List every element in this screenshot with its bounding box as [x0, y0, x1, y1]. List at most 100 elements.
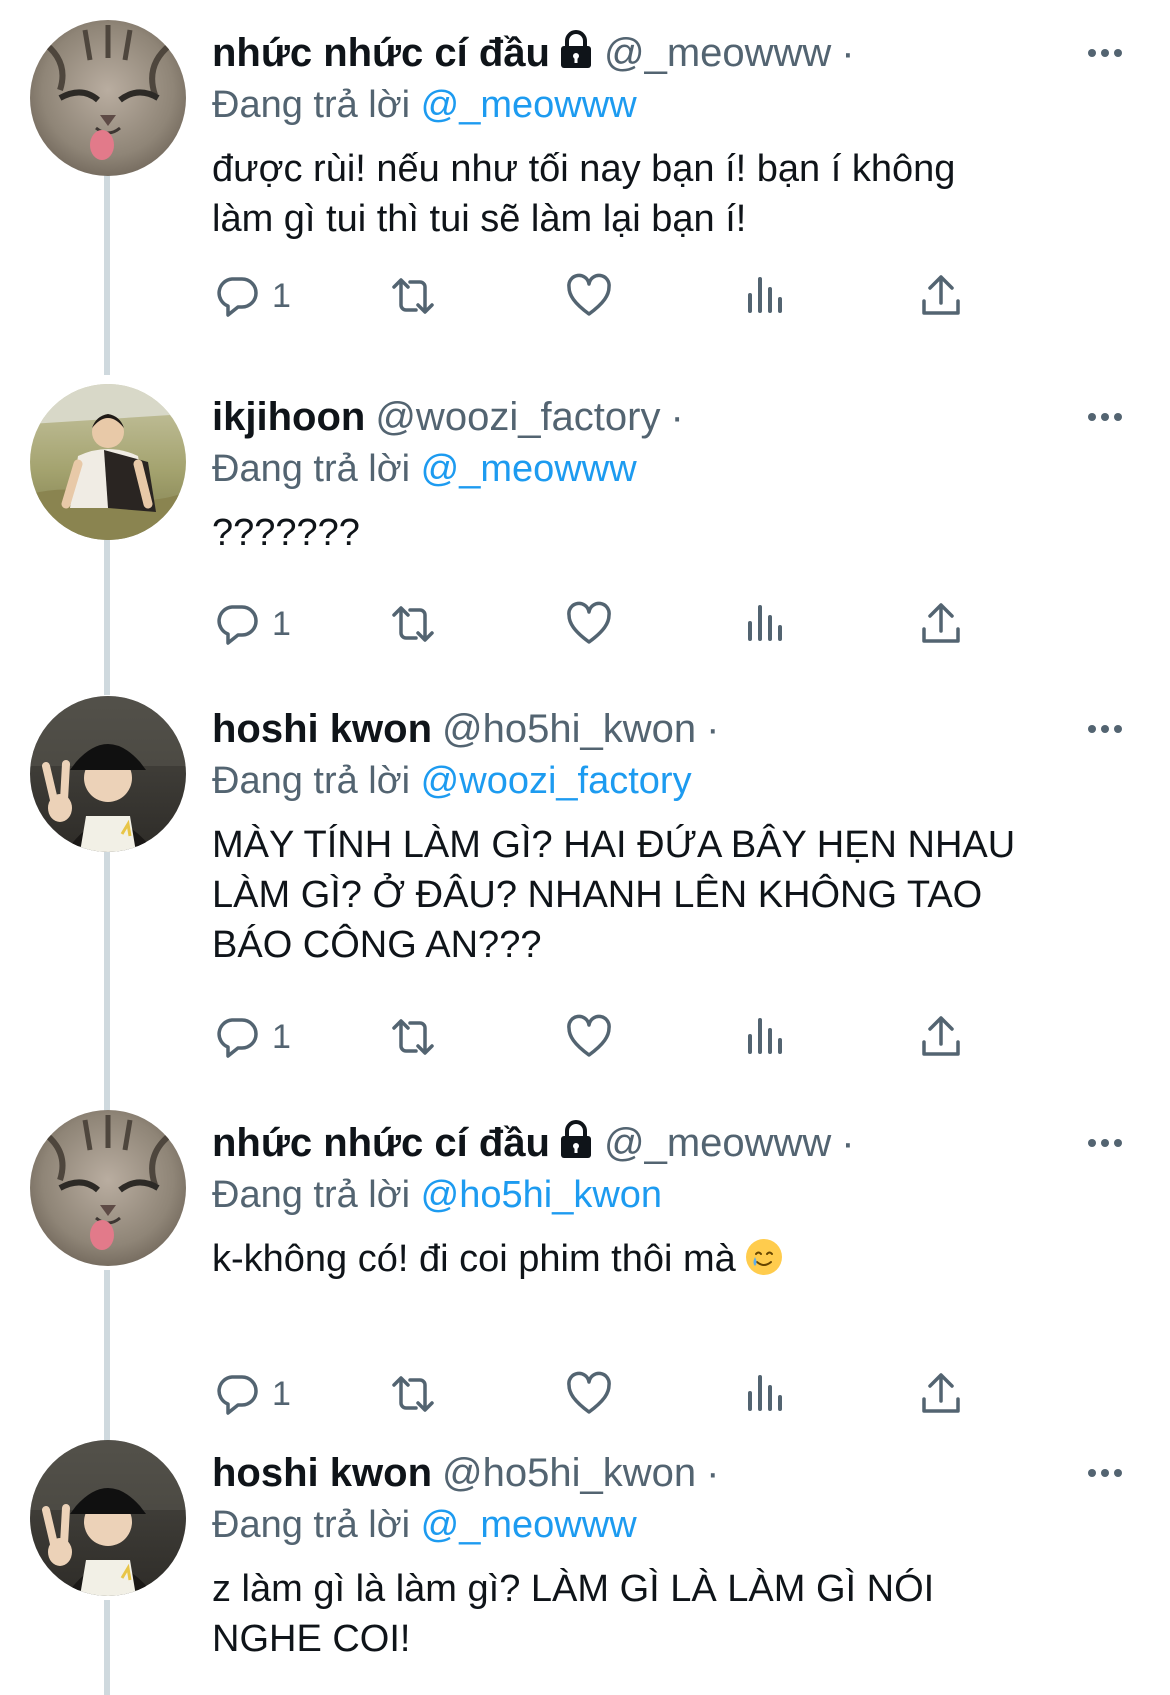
retweet-button[interactable]: [388, 596, 438, 652]
replying-to-label: Đang trả lời: [212, 448, 411, 490]
reply-button[interactable]: 1: [212, 1009, 291, 1065]
share-icon: [922, 603, 960, 643]
person-field-avatar[interactable]: [30, 384, 186, 540]
tweet-header: ikjihoon @woozi_factory ·: [212, 392, 1130, 442]
share-button[interactable]: [916, 1366, 966, 1422]
display-name[interactable]: ikjihoon: [212, 395, 365, 439]
reply-count: 1: [272, 604, 291, 643]
reply-count: 1: [272, 1017, 291, 1056]
thread-line: [104, 540, 110, 695]
tweet-header: hoshi kwon @ho5hi_kwon ·: [212, 1448, 1130, 1498]
user-handle[interactable]: @ho5hi_kwon: [442, 1451, 696, 1495]
thread-line: [104, 1600, 110, 1695]
reply-icon: [217, 277, 258, 317]
reply-count: 1: [272, 276, 291, 315]
analytics-icon: [748, 1375, 782, 1411]
replying-to-handle[interactable]: @_meowww: [421, 448, 637, 490]
separator-dot: ·: [670, 395, 684, 439]
tweet-text: MÀY TÍNH LÀM GÌ? HAI ĐỨA BÂY HẸN NHAU LÀ…: [212, 824, 1016, 966]
user-handle[interactable]: @_meowww: [604, 1121, 831, 1165]
more-options-icon[interactable]: [1080, 1448, 1130, 1498]
cat-avatar[interactable]: [30, 20, 186, 176]
tweet-actions: 1: [212, 1009, 1092, 1065]
tweet-actions: 1: [212, 596, 1092, 652]
cat-avatar[interactable]: [30, 1110, 186, 1266]
share-icon: [922, 1373, 960, 1413]
replying-to-handle[interactable]: @woozi_factory: [421, 760, 692, 802]
replying-to-label: Đang trả lời: [212, 84, 411, 126]
replying-to: Đang trả lời @_meowww: [212, 442, 1130, 496]
share-button[interactable]: [916, 268, 966, 324]
replying-to-label: Đang trả lời: [212, 760, 411, 802]
separator-dot: ·: [706, 1451, 720, 1495]
like-button[interactable]: [564, 1009, 614, 1065]
retweet-button[interactable]: [388, 1009, 438, 1065]
replying-to-label: Đang trả lời: [212, 1504, 411, 1546]
share-button[interactable]: [916, 1009, 966, 1065]
display-name[interactable]: hoshi kwon: [212, 707, 432, 751]
person-hat-avatar[interactable]: [30, 696, 186, 852]
thread-line: [104, 1270, 110, 1445]
replying-to-handle[interactable]: @_meowww: [421, 84, 637, 126]
share-icon: [922, 275, 960, 315]
share-button[interactable]: [916, 596, 966, 652]
reply-button[interactable]: 1: [212, 596, 291, 652]
analytics-button[interactable]: [740, 596, 790, 652]
retweet-icon: [392, 1376, 434, 1412]
display-name[interactable]: nhức nhức cí đầu: [212, 1121, 550, 1165]
analytics-button[interactable]: [740, 1366, 790, 1422]
replying-to: Đang trả lời @ho5hi_kwon: [212, 1168, 1130, 1222]
like-button[interactable]: [564, 268, 614, 324]
separator-dot: ·: [841, 1121, 855, 1165]
user-handle[interactable]: @woozi_factory: [375, 395, 660, 439]
replying-to: Đang trả lời @woozi_factory: [212, 754, 1130, 808]
display-name[interactable]: hoshi kwon: [212, 1451, 432, 1495]
tweet-text: z làm gì là làm gì? LÀM GÌ LÀ LÀM GÌ NÓI…: [212, 1568, 935, 1660]
heart-icon: [567, 1371, 611, 1414]
replying-to-label: Đang trả lời: [212, 1174, 411, 1216]
retweet-icon: [392, 1019, 434, 1055]
lock-icon: [558, 30, 594, 82]
retweet-button[interactable]: [388, 1366, 438, 1422]
like-button[interactable]: [564, 596, 614, 652]
more-options-icon[interactable]: [1080, 28, 1130, 78]
more-options-icon[interactable]: [1080, 1118, 1130, 1168]
analytics-button[interactable]: [740, 268, 790, 324]
smiling-face-with-tear-icon: [744, 1237, 784, 1290]
share-icon: [922, 1016, 960, 1056]
thread-line: [104, 852, 110, 1114]
lock-icon: [558, 1120, 594, 1172]
user-handle[interactable]: @ho5hi_kwon: [442, 707, 696, 751]
reply-count: 1: [272, 1374, 291, 1413]
reply-button[interactable]: 1: [212, 1366, 291, 1422]
replying-to-handle[interactable]: @_meowww: [421, 1504, 637, 1546]
person-hat-avatar[interactable]: [30, 1440, 186, 1596]
reply-icon: [217, 1018, 258, 1058]
heart-icon: [567, 273, 611, 316]
heart-icon: [567, 1014, 611, 1057]
replying-to: Đang trả lời @_meowww: [212, 78, 1130, 132]
tweet-text: ???????: [212, 512, 360, 554]
reply-button[interactable]: 1: [212, 268, 291, 324]
tweet-text: được rùi! nếu như tối nay bạn í! bạn í k…: [212, 148, 956, 240]
retweet-icon: [392, 606, 434, 642]
retweet-icon: [392, 278, 434, 314]
display-name[interactable]: nhức nhức cí đầu: [212, 31, 550, 75]
analytics-icon: [748, 1018, 782, 1054]
user-handle[interactable]: @_meowww: [604, 31, 831, 75]
replying-to-handle[interactable]: @ho5hi_kwon: [421, 1174, 662, 1216]
tweet-actions: 1: [212, 1366, 1092, 1422]
analytics-icon: [748, 605, 782, 641]
separator-dot: ·: [706, 707, 720, 751]
more-options-icon[interactable]: [1080, 704, 1130, 754]
tweet-header: nhức nhức cí đầu @_meowww ·: [212, 1118, 1130, 1168]
more-options-icon[interactable]: [1080, 392, 1130, 442]
analytics-icon: [748, 277, 782, 313]
analytics-button[interactable]: [740, 1009, 790, 1065]
separator-dot: ·: [841, 31, 855, 75]
heart-icon: [567, 601, 611, 644]
reply-icon: [217, 605, 258, 645]
tweet-actions: 1: [212, 268, 1092, 324]
like-button[interactable]: [564, 1366, 614, 1422]
retweet-button[interactable]: [388, 268, 438, 324]
